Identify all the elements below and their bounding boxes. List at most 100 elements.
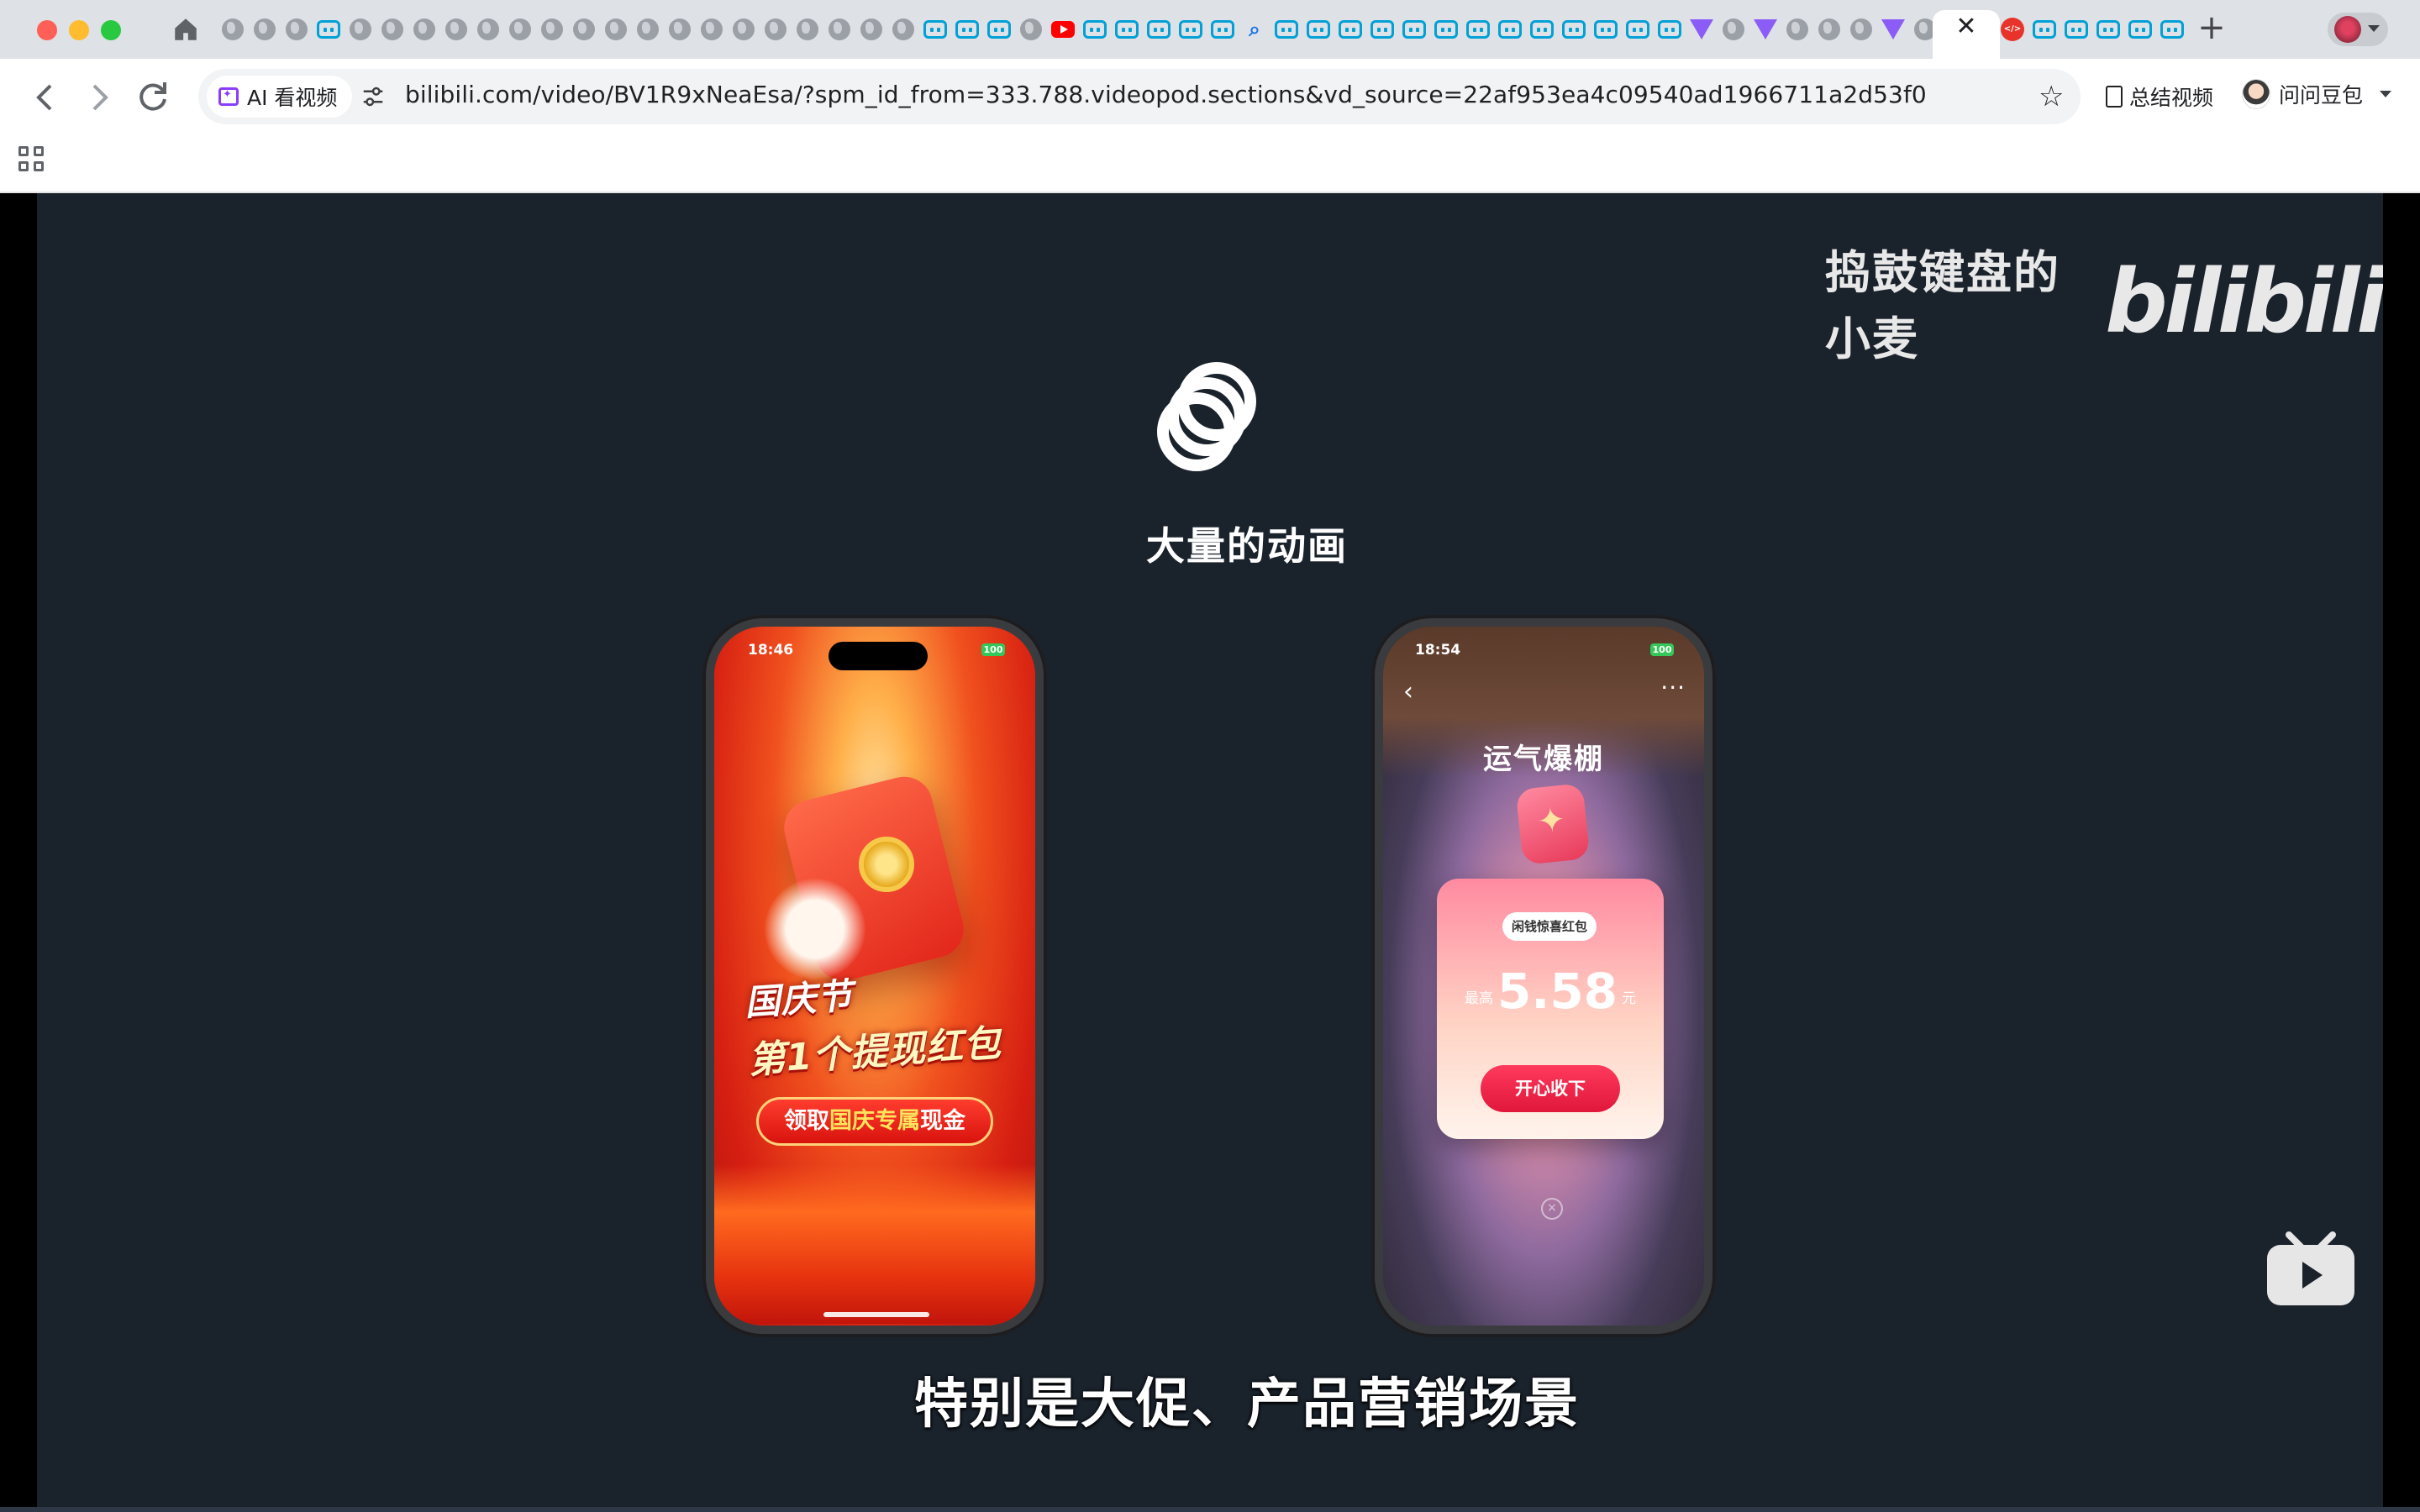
tab[interactable]	[217, 13, 249, 45]
tab[interactable]	[887, 13, 919, 45]
bilibili-icon	[1562, 20, 1586, 39]
tab[interactable]	[1877, 13, 1909, 45]
address-bar[interactable]: AI 看视频 bilibili.com/video/BV1R9xNeaEsa/?…	[198, 69, 2081, 124]
tab[interactable]: ⌕	[1239, 13, 1270, 45]
tab[interactable]	[1430, 13, 1462, 45]
tab[interactable]	[2028, 13, 2060, 45]
tab[interactable]	[1781, 13, 1813, 45]
doubao-avatar-icon	[2242, 79, 2270, 109]
tab[interactable]	[1111, 13, 1143, 45]
globe-icon	[222, 18, 244, 40]
tab[interactable]	[568, 13, 600, 45]
watermark-author: 捣鼓键盘的小麦	[1825, 246, 2060, 365]
ai-watch-video-chip[interactable]: AI 看视频	[207, 76, 353, 118]
tab[interactable]	[951, 13, 983, 45]
url-text[interactable]: bilibili.com/video/BV1R9xNeaEsa/?spm_id_…	[405, 81, 1927, 108]
tab[interactable]	[792, 13, 823, 45]
amount-prefix: 最高	[1464, 990, 1493, 1007]
forward-button[interactable]	[79, 77, 119, 118]
apps-grid-icon[interactable]	[18, 146, 45, 173]
tab[interactable]	[504, 13, 536, 45]
window-close-button[interactable]	[37, 20, 57, 40]
tab[interactable]	[823, 13, 855, 45]
globe-icon	[1786, 18, 1808, 40]
tab[interactable]: </>	[1996, 13, 2028, 45]
tab[interactable]	[1845, 13, 1877, 45]
vite-icon	[1754, 19, 1777, 39]
tab[interactable]	[2124, 13, 2156, 45]
url-path: /video/BV1R9xNeaEsa/?spm_id_from=333.788…	[533, 81, 1927, 108]
video-player[interactable]: 捣鼓键盘的小麦 bilibili 大量的动画 18:46 100 国庆节 第1个…	[0, 193, 2420, 1512]
tab[interactable]	[1686, 13, 1718, 45]
tab[interactable]	[983, 13, 1015, 45]
tab[interactable]	[1654, 13, 1686, 45]
tab[interactable]	[1622, 13, 1654, 45]
ask-doubao-button[interactable]: 问问豆包	[2242, 79, 2392, 109]
tab[interactable]	[1047, 13, 1079, 45]
tab[interactable]	[1175, 13, 1207, 45]
tab[interactable]	[345, 13, 376, 45]
tab[interactable]	[1366, 13, 1398, 45]
tab[interactable]	[2156, 13, 2188, 45]
close-tab-icon[interactable]: ✕	[1951, 12, 1981, 42]
tab[interactable]	[408, 13, 440, 45]
tab[interactable]	[2092, 13, 2124, 45]
tab[interactable]	[1462, 13, 1494, 45]
status-time: 18:54	[1415, 642, 1461, 659]
bilibili-icon	[2128, 20, 2152, 39]
tab[interactable]	[855, 13, 887, 45]
tab[interactable]	[1398, 13, 1430, 45]
accept-bonus-button: 开心收下	[1481, 1065, 1620, 1112]
tab[interactable]	[1718, 13, 1749, 45]
site-settings-icon[interactable]	[360, 84, 387, 109]
tab[interactable]	[313, 13, 345, 45]
tab[interactable]	[1207, 13, 1239, 45]
tab[interactable]	[919, 13, 951, 45]
tab[interactable]	[664, 13, 696, 45]
bilibili-icon	[955, 20, 979, 39]
globe-icon	[350, 18, 371, 40]
tab[interactable]	[2060, 13, 2092, 45]
great-wall-illustration	[714, 1164, 1035, 1324]
battery-icon: 100	[1650, 643, 1674, 656]
bilibili-icon	[1179, 20, 1202, 39]
tab[interactable]	[1334, 13, 1366, 45]
tab[interactable]	[1494, 13, 1526, 45]
bilibili-icon	[1658, 20, 1681, 39]
pinned-tabs: ⌕	[217, 13, 1941, 45]
bookmark-star-icon[interactable]: ☆	[2039, 81, 2064, 113]
tab[interactable]	[1270, 13, 1302, 45]
window-minimize-button[interactable]	[69, 20, 89, 40]
tab[interactable]	[728, 13, 760, 45]
tab[interactable]	[632, 13, 664, 45]
video-progress-bar[interactable]	[0, 1507, 2420, 1512]
lucky-bonus-screen: 18:54 100 ‹ ··· 运气爆棚 闲钱惊喜红包 最高 5.58 元 开心…	[1383, 627, 1704, 1326]
tab[interactable]	[1015, 13, 1047, 45]
tab[interactable]	[1813, 13, 1845, 45]
tab[interactable]	[1079, 13, 1111, 45]
tab[interactable]	[1558, 13, 1590, 45]
tab[interactable]	[472, 13, 504, 45]
tab[interactable]	[440, 13, 472, 45]
summary-label: 总结视频	[2129, 86, 2214, 110]
summarize-video-button[interactable]: 总结视频	[2106, 81, 2213, 112]
profile-button[interactable]	[2328, 13, 2388, 46]
tab[interactable]	[760, 13, 792, 45]
tab[interactable]	[376, 13, 408, 45]
bilibili-icon	[2160, 20, 2184, 39]
new-tab-button[interactable]: +	[2195, 11, 2228, 45]
back-button[interactable]	[25, 77, 66, 118]
tab[interactable]	[1590, 13, 1622, 45]
window-zoom-button[interactable]	[101, 20, 121, 40]
home-icon[interactable]	[171, 15, 200, 44]
tab[interactable]	[1302, 13, 1334, 45]
tab[interactable]	[1526, 13, 1558, 45]
tab[interactable]	[281, 13, 313, 45]
tab[interactable]	[1749, 13, 1781, 45]
tab[interactable]	[249, 13, 281, 45]
reload-button[interactable]	[133, 77, 173, 118]
tab[interactable]	[600, 13, 632, 45]
tab[interactable]	[1143, 13, 1175, 45]
tab[interactable]	[536, 13, 568, 45]
tab[interactable]	[696, 13, 728, 45]
